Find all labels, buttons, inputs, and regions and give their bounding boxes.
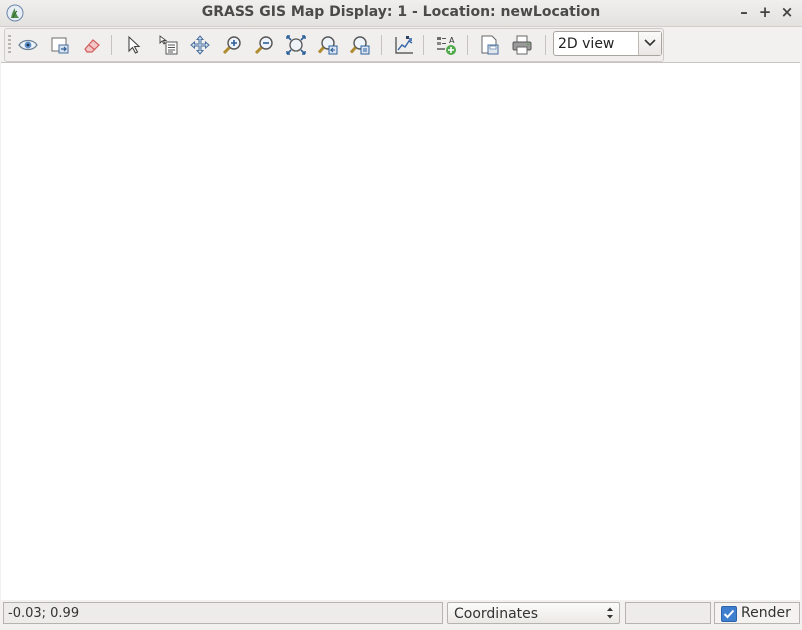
toolbar-separator	[111, 35, 112, 55]
render-label: Render	[741, 605, 791, 621]
window-title: GRASS GIS Map Display: 1 - Location: new…	[201, 4, 601, 20]
query-icon[interactable]	[155, 32, 181, 58]
view-mode-select[interactable]: 2D view	[553, 31, 662, 56]
statusbar-mode-select[interactable]: Coordinates	[447, 602, 620, 624]
title-bar: GRASS GIS Map Display: 1 - Location: new…	[0, 0, 802, 27]
close-icon[interactable]: ×	[778, 3, 796, 21]
render-toggle[interactable]: Render	[714, 602, 800, 624]
save-image-icon[interactable]	[477, 32, 503, 58]
view-mode-value: 2D view	[558, 36, 615, 52]
zoom-back-icon[interactable]	[315, 32, 341, 58]
maximize-icon[interactable]: +	[756, 3, 774, 21]
pointer-icon[interactable]	[121, 32, 147, 58]
decoration-icon[interactable]: A	[433, 32, 459, 58]
map-toolbar: A 2D view	[4, 28, 664, 62]
svg-text:A: A	[449, 36, 455, 45]
zoom-out-icon[interactable]	[251, 32, 277, 58]
render-map-icon[interactable]	[47, 32, 73, 58]
map-canvas[interactable]	[1, 62, 800, 601]
toolbar-separator	[545, 35, 546, 55]
toolbar-separator	[467, 35, 468, 55]
print-icon[interactable]	[509, 32, 535, 58]
coordinates-readout: -0.03; 0.99	[3, 602, 443, 624]
up-down-arrows-icon	[606, 606, 614, 624]
erase-icon[interactable]	[79, 32, 105, 58]
toolbar-separator	[381, 35, 382, 55]
zoom-menu-icon[interactable]	[347, 32, 373, 58]
status-bar: -0.03; 0.99 Coordinates Render	[0, 600, 802, 630]
statusbar-progress-field	[625, 602, 711, 624]
analyze-icon[interactable]	[391, 32, 417, 58]
pan-icon[interactable]	[187, 32, 213, 58]
zoom-extent-icon[interactable]	[283, 32, 309, 58]
zoom-in-icon[interactable]	[219, 32, 245, 58]
minimize-icon[interactable]: –	[735, 3, 753, 21]
toolbar-separator	[423, 35, 424, 55]
toolbar-grip[interactable]	[8, 35, 11, 55]
render-checkbox[interactable]	[721, 606, 737, 622]
chevron-down-icon[interactable]	[638, 32, 661, 55]
statusbar-mode-value: Coordinates	[454, 606, 539, 622]
eye-icon[interactable]	[15, 32, 41, 58]
